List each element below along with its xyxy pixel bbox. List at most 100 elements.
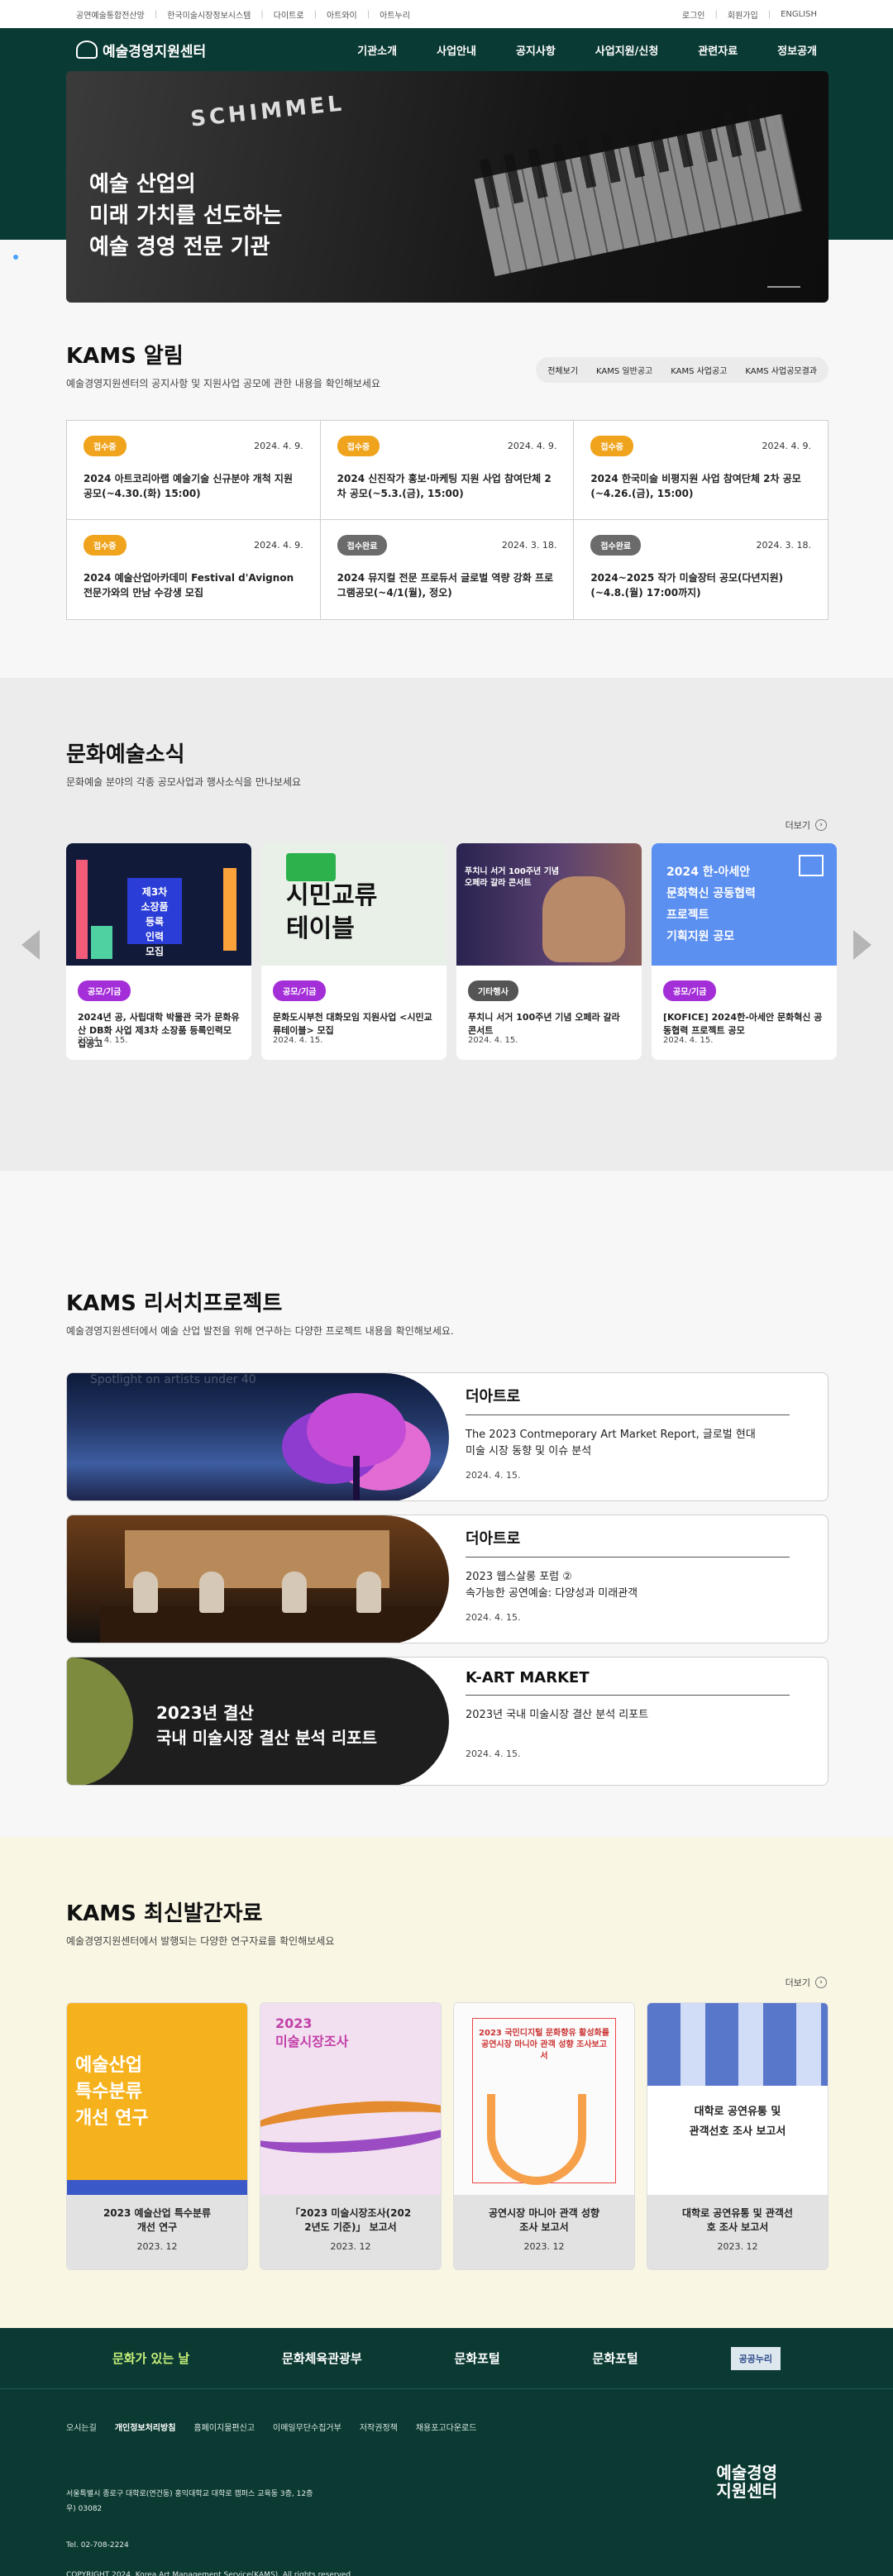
utility-link-kopis[interactable]: 공연예술통합전산망 [76, 8, 145, 21]
nav-item-resources[interactable]: 관련자료 [698, 42, 738, 58]
notice-item-title: 2024 신진작가 홍보·마케팅 지원 사업 참여단체 2차 공모(~5.3.(… [337, 473, 552, 499]
book-title: 대학로 공연유통 및 관객선 호 조사 보고서 [682, 2207, 793, 2233]
prev-arrow-icon[interactable] [21, 930, 40, 960]
culture-card[interactable]: 2024 한-아세안 문화혁신 공동협력 프로젝트 기획지원 공모 공모/기금 … [652, 843, 837, 1060]
culture-desc: 문화예술 분야의 각종 공모사업과 행사소식을 만나보세요 [66, 776, 302, 788]
notice-tabs: 전체보기 KAMS 일반공고 KAMS 사업공고 KAMS 사업공모결과 [536, 357, 829, 383]
hero-pager[interactable] [767, 286, 800, 288]
research-item[interactable]: Spotlight on artists under 40 더아트로 The 2… [66, 1372, 829, 1501]
book-card[interactable]: 2023 미술시장조사 「2023 미술시장조사(202 2년도 기준)」 보고… [260, 2002, 442, 2270]
research-item[interactable]: 2023년 결산 국내 미술시장 결산 분석 리포트 K-ART MARKET … [66, 1657, 829, 1786]
image-person [282, 1572, 307, 1613]
status-badge: 접수중 [337, 436, 380, 456]
utility-link-kart[interactable]: 한국미술시장정보시스템 [167, 8, 251, 21]
culture-card[interactable]: 제3차 소장품 등록 인력 모집 공모/기금 2024년 공, 사립대학 박물관… [66, 843, 251, 1060]
hero-indicator-dot[interactable] [13, 255, 18, 260]
notice-item[interactable]: 접수완료 2024. 3. 18. 2024 뮤지컬 전문 프로듀서 글로벌 역… [321, 520, 575, 619]
arrow-right-icon: › [815, 819, 827, 831]
tab-all[interactable]: 전체보기 [547, 364, 578, 376]
cover-caption: 예술산업 특수분류 개선 연구 [75, 2055, 149, 2129]
hero-banner[interactable]: SCHIMMEL 예술 산업의 미래 가치를 선도하는 예술 경영 전문 기관 [66, 71, 829, 303]
footer-links: 오시는길 개인정보처리방침 홈페이지물편신고 이메일무단수집거부 저작권정책 채… [66, 2421, 476, 2433]
footer-logo[interactable]: 예술경영 지원센터 [716, 2464, 777, 2500]
partner-culture-portal[interactable]: 문화포털 [454, 2349, 499, 2367]
site-logo[interactable]: 예술경영지원센터 [76, 40, 206, 60]
nav-item-disclosure[interactable]: 정보공개 [777, 42, 817, 58]
hero-title: 예술 산업의 미래 가치를 선도하는 예술 경영 전문 기관 [89, 172, 283, 260]
book-cover: 2023 미술시장조사 [260, 2003, 441, 2195]
partner-mcst[interactable]: 문화체육관광부 [282, 2349, 362, 2367]
notice-date: 2024. 4. 9. [254, 540, 303, 551]
english-link[interactable]: ENGLISH [781, 10, 817, 19]
image-circle [67, 1658, 133, 1785]
thumb-caption: 2024 한-아세안 문화혁신 공동협력 프로젝트 기획지원 공모 [666, 866, 756, 943]
nav-item-about[interactable]: 기관소개 [357, 42, 397, 58]
thumb-shape [76, 860, 88, 959]
tab-results[interactable]: KAMS 사업공모결과 [745, 364, 817, 376]
partner-culture-portal-2[interactable]: 문화포털 [593, 2349, 638, 2367]
nav-item-business[interactable]: 사업안내 [437, 42, 476, 58]
footer-link-report[interactable]: 홈페이지물편신고 [193, 2421, 255, 2433]
tab-general[interactable]: KAMS 일반공고 [596, 364, 652, 376]
pubs-more-link[interactable]: 더보기 › [786, 1976, 827, 1989]
research-category: 더아트로 [466, 1385, 790, 1415]
notice-item[interactable]: 접수중 2024. 4. 9. 2024 한국미술 비평지원 사업 참여단체 2… [574, 421, 828, 520]
research-item[interactable]: 더아트로 2023 웹스살롱 포럼 ② 속가능한 공연예술: 다양성과 미래관객… [66, 1515, 829, 1643]
category-badge: 기타행사 [468, 980, 518, 1001]
footer-link-email[interactable]: 이메일무단수집거부 [273, 2421, 341, 2433]
research-desc-text: The 2023 Contmeporary Art Market Report,… [466, 1429, 756, 1457]
book-card[interactable]: 2023 국민디지털 문화향유 활성화를 공연시장 마니아 관객 성향 조사보고… [453, 2002, 635, 2270]
partner-logos: 문화가 있는 날 문화체육관광부 문화포털 문화포털 공공누리 [0, 2328, 893, 2389]
research-date: 2024. 4. 15. [466, 1612, 521, 1623]
notice-item[interactable]: 접수완료 2024. 3. 18. 2024~2025 작가 미술장터 공모(다… [574, 520, 828, 619]
notice-item-title: 2024~2025 작가 미술장터 공모(다년지원)(~4.8.(월) 17:0… [590, 572, 784, 599]
image-person [133, 1572, 158, 1613]
notice-item[interactable]: 접수중 2024. 4. 9. 2024 예술산업아카데미 Festival d… [67, 520, 321, 619]
notice-item[interactable]: 접수중 2024. 4. 9. 2024 아트코리아랩 예술기술 신규분야 개척… [67, 421, 321, 520]
card-title: 푸치니 서거 100주년 기념 오페라 갈라 콘서트 [468, 1012, 620, 1036]
research-date: 2024. 4. 15. [466, 1470, 521, 1481]
nav-item-notice[interactable]: 공지사항 [516, 42, 556, 58]
research-category: 더아트로 [466, 1527, 790, 1558]
footer-link-directions[interactable]: 오시는길 [66, 2421, 97, 2433]
image-caption: 2023년 결산 국내 미술시장 결산 분석 리포트 [156, 1703, 378, 1748]
footer-link-privacy[interactable]: 개인정보처리방침 [115, 2421, 176, 2433]
research-image: Spotlight on artists under 40 [67, 1373, 449, 1500]
utility-link-artnuri[interactable]: 아트누리 [380, 8, 410, 21]
nav-item-apply[interactable]: 사업지원/신청 [595, 42, 659, 58]
book-card[interactable]: 예술산업 특수분류 개선 연구 2023 예술산업 특수분류 개선 연구 202… [66, 2002, 248, 2270]
culture-card[interactable]: 시민교류 테이블 공모/기금 문화도시부천 대화모임 지원사업 <시민교류테이블… [261, 843, 446, 1060]
cover-wave [260, 2094, 441, 2160]
notice-item[interactable]: 접수중 2024. 4. 9. 2024 신진작가 홍보·마케팅 지원 사업 참… [320, 421, 575, 520]
footer-tel: Tel. 02-708-2224 [66, 2541, 129, 2550]
login-link[interactable]: 로그인 [682, 8, 705, 21]
culture-cards: 제3차 소장품 등록 인력 모집 공모/기금 2024년 공, 사립대학 박물관… [66, 843, 837, 1060]
partner-kogl[interactable]: 공공누리 [730, 2346, 781, 2370]
card-date: 2024. 4. 15. [663, 1036, 714, 1045]
research-header: KAMS 리서치프로젝트 예술경영지원센터에서 예술 산업 발전을 위해 연구하… [66, 1286, 829, 1338]
research-desc: 예술경영지원센터에서 예술 산업 발전을 위해 연구하는 다양한 프로젝트 내용… [66, 1325, 454, 1337]
image-person [199, 1572, 224, 1613]
account-links: 로그인 | 회원가입 | ENGLISH [681, 8, 817, 21]
image-ghost-text: Spotlight on artists under 40 [90, 1373, 256, 1386]
next-arrow-icon[interactable] [853, 930, 872, 960]
culture-card[interactable]: 푸치니 서거 100주년 기념 오페라 갈라 콘서트 기타행사 푸치니 서거 1… [456, 843, 642, 1060]
status-badge: 접수중 [590, 436, 633, 456]
culture-more-link[interactable]: 더보기 › [786, 818, 827, 832]
signup-link[interactable]: 회원가입 [728, 8, 758, 21]
partner-culture-day[interactable]: 문화가 있는 날 [112, 2349, 189, 2367]
utility-link-theartro[interactable]: 다이트로 [274, 8, 304, 21]
tab-business[interactable]: KAMS 사업공고 [671, 364, 727, 376]
footer-link-recruit[interactable]: 채용포고다운로드 [416, 2421, 477, 2433]
book-card[interactable]: 대학로 공연유통 및 관객선호 조사 보고서 대학로 공연유통 및 관객선 호 … [647, 2002, 829, 2270]
category-badge: 공모/기금 [78, 980, 131, 1001]
utility-link-artwhy[interactable]: 아트와이 [327, 8, 357, 21]
thumb-shape [286, 853, 336, 881]
image-screen [125, 1530, 389, 1588]
notice-section: KAMS 알림 예술경영지원센터의 공지사항 및 지원사업 공모에 관한 내용을… [66, 339, 829, 620]
footer-link-copyright[interactable]: 저작권정책 [360, 2421, 398, 2433]
image-person [356, 1572, 381, 1613]
card-thumbnail: 푸치니 서거 100주년 기념 오페라 갈라 콘서트 [456, 843, 642, 966]
research-info: 더아트로 2023 웹스살롱 포럼 ② 속가능한 공연예술: 다양성과 미래관객… [466, 1527, 790, 1623]
pubs-title: KAMS 최신발간자료 [66, 1901, 263, 1926]
